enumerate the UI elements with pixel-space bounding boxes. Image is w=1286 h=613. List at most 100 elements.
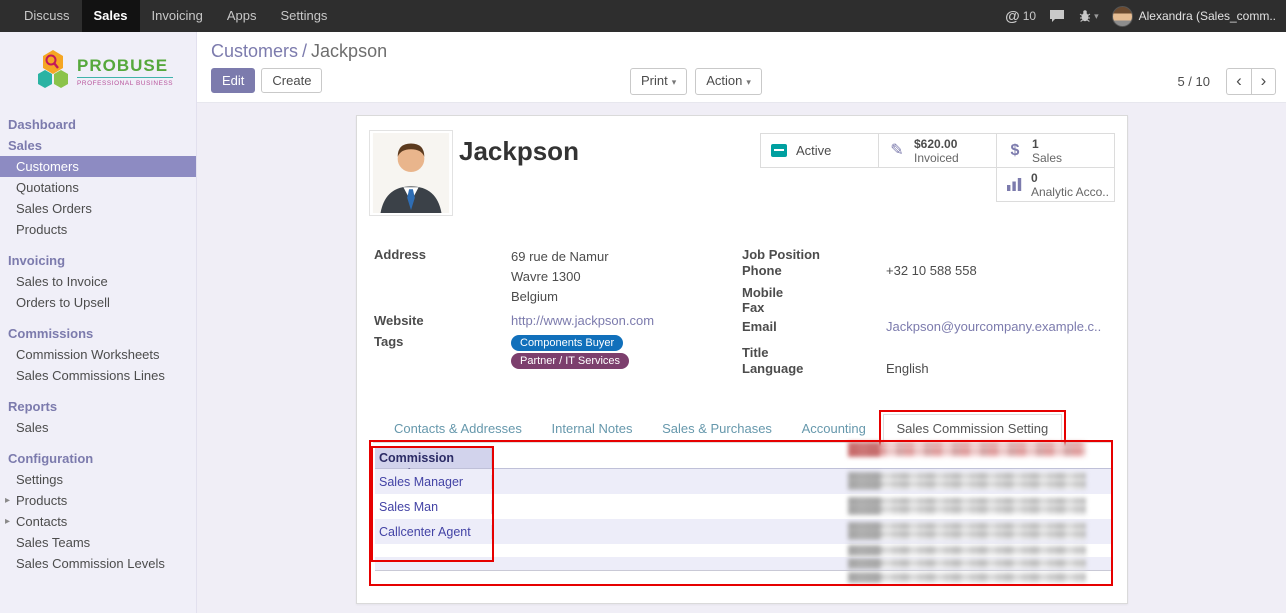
- print-label: Print: [641, 73, 668, 88]
- sidebar-item-commission-worksheets[interactable]: Commission Worksheets: [0, 344, 196, 365]
- sidebar-nav: Dashboard Sales Customers Quotations Sal…: [0, 108, 196, 574]
- sidebar-item-sales-teams[interactable]: Sales Teams: [0, 532, 196, 553]
- address-label: Address: [374, 247, 511, 307]
- chevron-right-icon[interactable]: ▸: [5, 493, 10, 508]
- sidebar-section-configuration[interactable]: Configuration: [0, 448, 196, 469]
- breadcrumb-customers[interactable]: Customers: [211, 41, 298, 61]
- website-link[interactable]: http://www.jackpson.com: [511, 313, 654, 328]
- person-avatar-image: [372, 133, 450, 213]
- sidebar-item-products[interactable]: Products: [0, 219, 196, 240]
- address-line: Wavre 1300: [511, 267, 609, 287]
- create-button[interactable]: Create: [261, 68, 322, 93]
- mention-icon: @: [1005, 8, 1020, 25]
- sidebar-item-quotations[interactable]: Quotations: [0, 177, 196, 198]
- tab-contacts-addresses[interactable]: Contacts & Addresses: [381, 415, 535, 443]
- table-row[interactable]: Sales Manager: [375, 469, 1111, 494]
- address-line: 69 rue de Namur: [511, 247, 609, 267]
- active-stat-button[interactable]: Active: [760, 133, 879, 168]
- probuse-logo[interactable]: PROBUSE PROFESSIONAL BUSINESS: [0, 32, 196, 108]
- pager: 5 / 10 ‹ ›: [1177, 68, 1276, 95]
- tags-label: Tags: [374, 334, 511, 370]
- phone-value: +32 10 588 558: [886, 263, 977, 278]
- table-header-row: Commission Level: [375, 448, 1111, 469]
- main-content: Jackpson Active ✎ $620.00 Invoiced $ 1 S…: [197, 103, 1286, 613]
- probuse-logo-text: PROBUSE PROFESSIONAL BUSINESS: [77, 56, 173, 87]
- sales-count: 1: [1032, 137, 1062, 151]
- active-toggle-icon: [771, 144, 787, 157]
- menu-apps[interactable]: Apps: [215, 0, 269, 32]
- active-label: Active: [796, 143, 831, 158]
- user-menu[interactable]: Alexandra (Sales_comm..: [1112, 6, 1276, 27]
- tab-internal-notes[interactable]: Internal Notes: [539, 415, 646, 443]
- table-row[interactable]: Callcenter Agent: [375, 519, 1111, 544]
- mentions-button[interactable]: @ 10: [1005, 8, 1036, 25]
- sidebar-item-settings[interactable]: Settings: [0, 469, 196, 490]
- table-empty-row: [375, 570, 1111, 583]
- sidebar-section-sales[interactable]: Sales: [0, 135, 196, 156]
- messages-button[interactable]: [1049, 9, 1065, 23]
- sidebar-item-config-products[interactable]: ▸Products: [0, 490, 196, 511]
- chevron-right-icon[interactable]: ▸: [5, 514, 10, 529]
- commission-level-cell[interactable]: Callcenter Agent: [375, 525, 492, 539]
- sidebar-item-orders-to-upsell[interactable]: Orders to Upsell: [0, 292, 196, 313]
- redacted-cell: [848, 497, 1086, 515]
- sidebar-item-sales-commissions-lines[interactable]: Sales Commissions Lines: [0, 365, 196, 386]
- sidebar-item-sales-orders[interactable]: Sales Orders: [0, 198, 196, 219]
- commission-level-cell[interactable]: Sales Manager: [375, 475, 492, 489]
- analytic-stat-button[interactable]: 0 Analytic Acco...: [996, 167, 1115, 202]
- menu-sales[interactable]: Sales: [82, 0, 140, 32]
- sidebar-section-reports[interactable]: Reports: [0, 396, 196, 417]
- pager-previous-button[interactable]: ‹: [1226, 68, 1251, 95]
- pencil-icon: ✎: [890, 143, 903, 159]
- table-empty-row: [375, 544, 1111, 557]
- sidebar-item-sales-to-invoice[interactable]: Sales to Invoice: [0, 271, 196, 292]
- edit-button[interactable]: Edit: [211, 68, 255, 93]
- sidebar-item-sales-commission-levels[interactable]: Sales Commission Levels: [0, 553, 196, 574]
- redacted-cell: [848, 572, 1086, 583]
- sales-stat-button[interactable]: $ 1 Sales: [996, 133, 1115, 168]
- debug-menu-button[interactable]: ▾: [1078, 9, 1099, 23]
- print-dropdown-button[interactable]: Print ▾: [630, 68, 687, 95]
- email-link[interactable]: Jackpson@yourcompany.example.c..: [886, 319, 1101, 334]
- sidebar-item-reports-sales[interactable]: Sales: [0, 417, 196, 438]
- menu-invoicing[interactable]: Invoicing: [140, 0, 215, 32]
- stat-button-box: Active ✎ $620.00 Invoiced $ 1 Sales: [757, 133, 1115, 202]
- control-panel: Customers/Jackpson Edit Create Print ▾ Ac…: [197, 32, 1286, 103]
- website-label: Website: [374, 313, 511, 328]
- breadcrumb-separator: /: [302, 41, 307, 61]
- sidebar-item-config-contacts[interactable]: ▸Contacts: [0, 511, 196, 532]
- pager-counter: 5 / 10: [1177, 74, 1210, 89]
- redacted-cell: [848, 522, 1086, 540]
- pager-next-button[interactable]: ›: [1251, 68, 1276, 95]
- sidebar-item-customers[interactable]: Customers: [0, 156, 196, 177]
- sidebar-section-invoicing[interactable]: Invoicing: [0, 250, 196, 271]
- right-field-group: Job Position Phone +32 10 588 558 Mobile…: [742, 247, 1114, 376]
- address-value: 69 rue de Namur Wavre 1300 Belgium: [511, 247, 609, 307]
- address-line: Belgium: [511, 287, 609, 307]
- bug-icon: [1078, 9, 1092, 23]
- caret-down-icon: ▾: [672, 77, 677, 87]
- brand-tagline: PROFESSIONAL BUSINESS: [77, 77, 173, 87]
- commission-level-header[interactable]: Commission Level: [375, 448, 492, 468]
- sales-label: Sales: [1032, 151, 1062, 165]
- invoiced-stat-button[interactable]: ✎ $620.00 Invoiced: [878, 133, 997, 168]
- sidebar-section-commissions[interactable]: Commissions: [0, 323, 196, 344]
- invoiced-label: Invoiced: [914, 151, 959, 165]
- title-label: Title: [742, 345, 886, 360]
- tab-accounting[interactable]: Accounting: [789, 415, 879, 443]
- sidebar-section-dashboard[interactable]: Dashboard: [0, 114, 196, 135]
- action-dropdown-button[interactable]: Action▾: [695, 68, 762, 95]
- mention-count: 10: [1023, 9, 1036, 23]
- breadcrumb: Customers/Jackpson: [211, 41, 387, 62]
- tab-sales-purchases[interactable]: Sales & Purchases: [649, 415, 785, 443]
- menu-settings[interactable]: Settings: [268, 0, 339, 32]
- redacted-cell: [848, 558, 1086, 569]
- commission-level-cell[interactable]: Sales Man: [375, 500, 492, 514]
- customer-name-title: Jackpson: [459, 136, 579, 167]
- invoiced-amount: $620.00: [914, 137, 959, 151]
- chart-icon: [1007, 178, 1022, 191]
- tab-sales-commission-setting[interactable]: Sales Commission Setting: [883, 414, 1063, 444]
- redacted-header-cell: [848, 442, 1086, 457]
- menu-discuss[interactable]: Discuss: [12, 0, 82, 32]
- table-row[interactable]: Sales Man: [375, 494, 1111, 519]
